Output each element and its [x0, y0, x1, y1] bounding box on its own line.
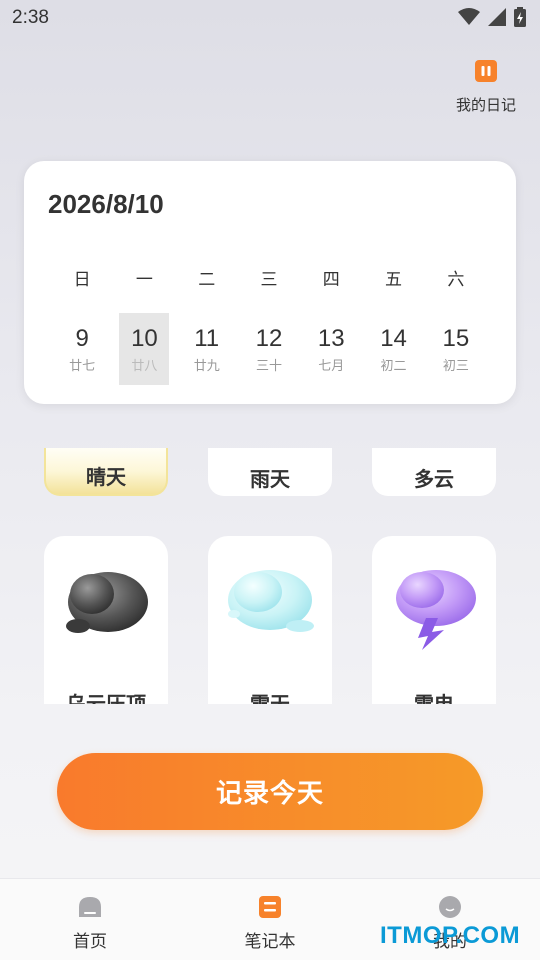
notebook-icon [259, 896, 281, 918]
status-time: 2:38 [12, 7, 49, 28]
status-bar: 2:38 [0, 0, 540, 36]
profile-icon [439, 896, 461, 918]
nav-label: 首页 [73, 932, 107, 952]
weather-option-snowy[interactable]: 雪天 [208, 536, 332, 704]
weather-option-cloudy[interactable]: 多云 [372, 448, 496, 496]
battery-icon [514, 7, 526, 27]
calendar-day[interactable]: 14 初二 [362, 313, 424, 385]
weekday-mon: 一 [135, 270, 153, 290]
snow-cloud-icon [228, 570, 314, 632]
calendar-day[interactable]: 12 三十 [238, 313, 300, 385]
day-number: 10 [131, 324, 158, 352]
weekday-sun: 日 [73, 270, 91, 290]
weekday-sat: 六 [447, 270, 465, 290]
day-lunar: 七月 [318, 358, 345, 374]
dark-cloud-icon [66, 572, 148, 633]
weather-label: 雨天 [250, 467, 290, 491]
calendar-date: 2026/8/10 [48, 189, 164, 219]
nav-notebook[interactable]: 笔记本 [225, 895, 315, 952]
days-row: 9 廿七 10 廿八 11 廿九 12 三十 13 七月 14 初二 15 初三 [51, 313, 487, 385]
wifi-icon [458, 8, 480, 25]
day-lunar: 廿七 [69, 358, 96, 374]
thunder-cloud-icon [396, 570, 476, 650]
calendar-day-selected[interactable]: 10 廿八 [113, 313, 175, 385]
nav-home[interactable]: 首页 [45, 895, 135, 952]
diary-icon [475, 60, 497, 82]
calendar-day[interactable]: 11 廿九 [176, 313, 238, 385]
my-diary-button[interactable]: 我的日记 [454, 60, 518, 115]
weather-option-overcast[interactable]: 乌云压顶 [44, 536, 168, 704]
weekday-wed: 三 [260, 270, 278, 290]
calendar-day[interactable]: 15 初三 [425, 313, 487, 385]
day-lunar: 廿八 [131, 358, 158, 374]
weather-label: 雷电 [414, 692, 454, 704]
signal-icon [488, 8, 506, 26]
weather-label: 乌云压顶 [66, 692, 146, 704]
weather-row-top: 晴天 雨天 多云 [44, 448, 496, 496]
weather-row-bottom: 乌云压顶 雪天 雷电 [44, 536, 496, 704]
weather-label: 雪天 [250, 692, 290, 704]
day-lunar: 初三 [442, 358, 469, 374]
diary-label: 我的日记 [455, 96, 516, 114]
day-lunar: 三十 [255, 358, 282, 374]
day-lunar: 初二 [380, 358, 407, 374]
weekday-fri: 五 [385, 270, 403, 290]
weekday-row: 日 一 二 三 四 五 六 [51, 265, 487, 290]
status-icons [458, 7, 526, 27]
weather-option-thunder[interactable]: 雷电 [372, 536, 496, 704]
weather-option-sunny[interactable]: 晴天 [44, 448, 168, 496]
home-icon [79, 897, 101, 917]
day-number: 14 [380, 324, 407, 352]
weather-option-rainy[interactable]: 雨天 [208, 448, 332, 496]
record-today-button[interactable]: 记录今天 [57, 753, 483, 830]
day-number: 15 [442, 324, 470, 352]
calendar-card: 2026/8/10 日 一 二 三 四 五 六 9 廿七 10 廿八 11 廿九 12… [24, 161, 516, 404]
watermark: ITMOP.COM [380, 922, 521, 949]
weekday-tue: 二 [198, 270, 216, 290]
day-lunar: 廿九 [193, 358, 220, 374]
day-number: 11 [194, 324, 220, 352]
day-number: 13 [317, 324, 345, 352]
nav-label: 笔记本 [244, 932, 296, 952]
weather-label: 多云 [414, 467, 454, 491]
weather-label: 晴天 [86, 465, 126, 489]
calendar-day[interactable]: 9 廿七 [51, 313, 113, 385]
weekday-thu: 四 [322, 270, 340, 290]
day-number: 9 [75, 324, 89, 352]
calendar-day[interactable]: 13 七月 [300, 313, 362, 385]
record-label: 记录今天 [215, 779, 324, 809]
day-number: 12 [255, 324, 283, 352]
